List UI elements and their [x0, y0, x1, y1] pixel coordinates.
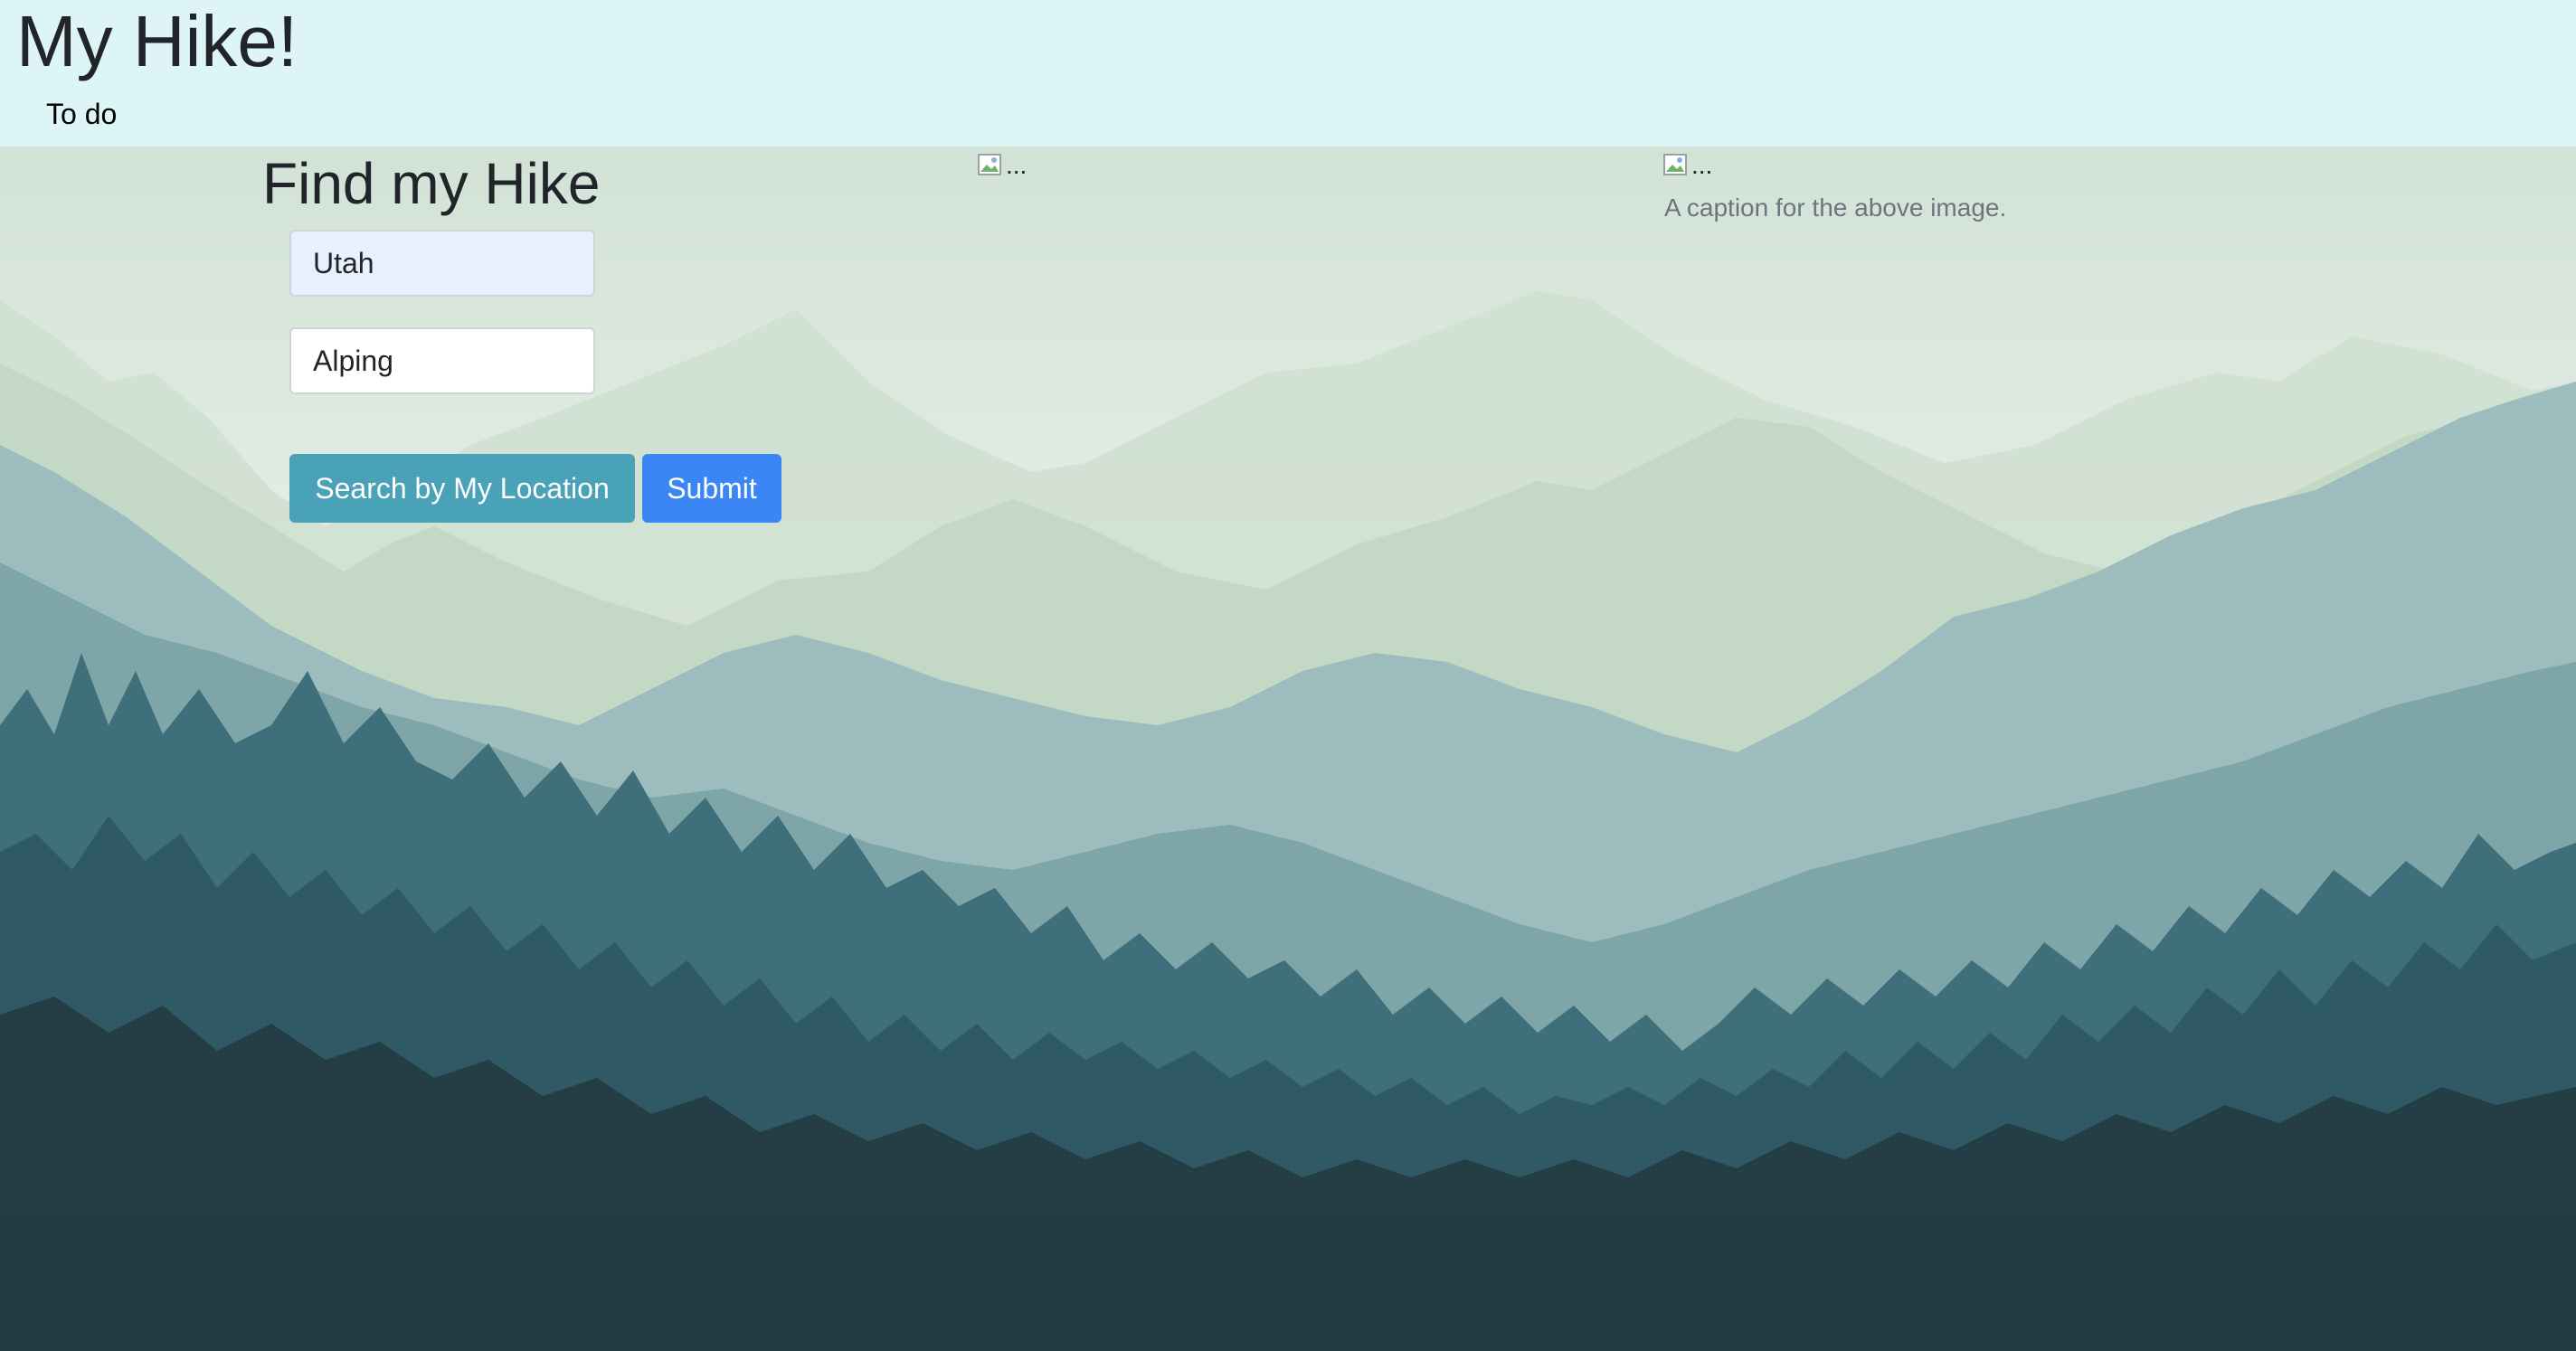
- state-input[interactable]: [289, 230, 595, 297]
- broken-image-icon: [1663, 154, 1687, 175]
- search-by-location-button[interactable]: Search by My Location: [289, 454, 635, 523]
- page: My Hike! To do Find my Hike Search by My…: [0, 0, 2576, 1351]
- image-alt-text: ...: [1006, 151, 1028, 179]
- main-content: Find my Hike Search by My Location Submi…: [0, 146, 2576, 1351]
- image-caption: A caption for the above image.: [1664, 194, 2007, 222]
- submit-button[interactable]: Submit: [642, 454, 781, 523]
- site-title: My Hike!: [16, 1, 298, 81]
- find-hike-heading: Find my Hike: [262, 151, 601, 216]
- image-alt-text: ...: [1691, 151, 1713, 179]
- site-header: My Hike! To do: [0, 0, 2576, 146]
- broken-image-icon: [978, 154, 1001, 175]
- broken-image-2: ...: [1662, 150, 1712, 181]
- hike-type-input[interactable]: [289, 327, 595, 394]
- broken-image-1: ...: [977, 150, 1027, 181]
- nav-link-todo[interactable]: To do: [46, 96, 117, 132]
